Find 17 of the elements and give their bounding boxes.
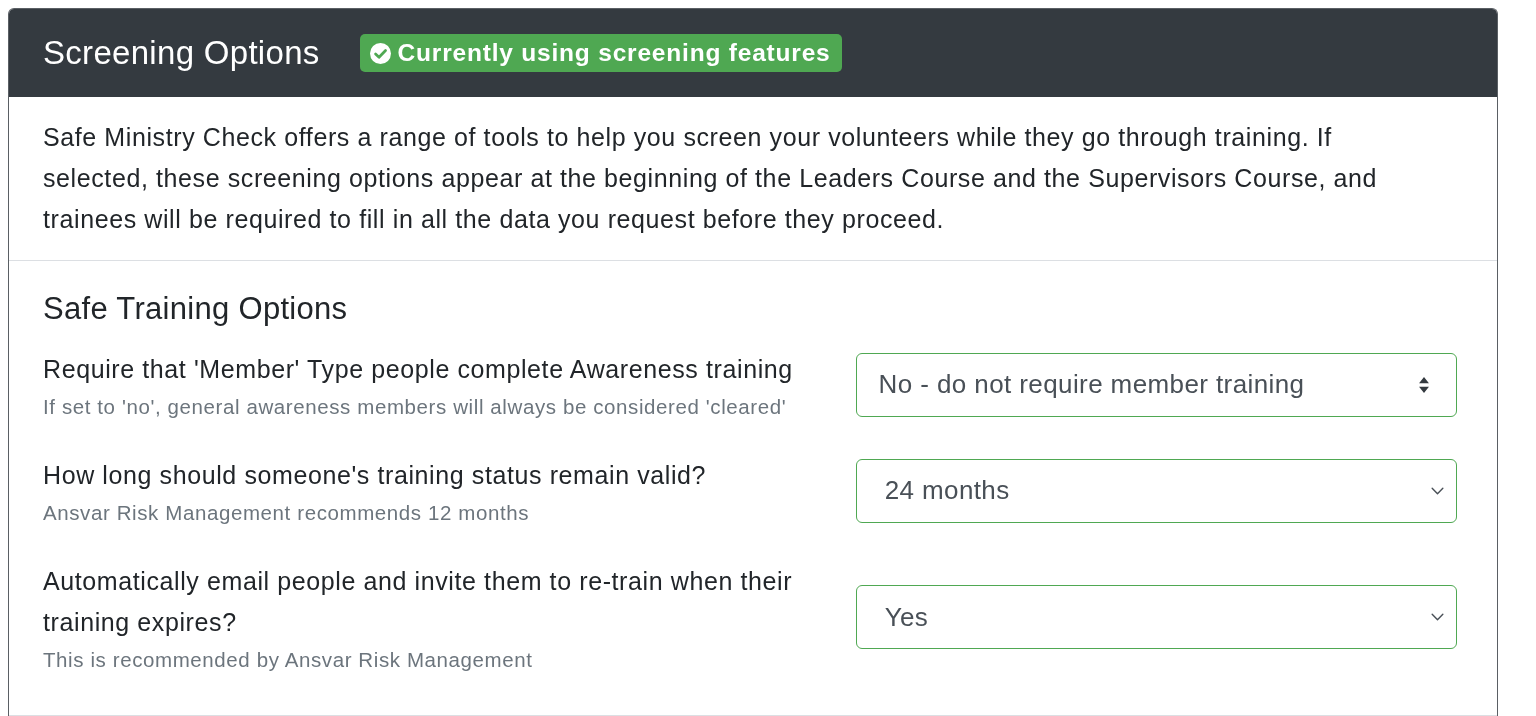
intro-text: Safe Ministry Check offers a range of tools to help you screen your volunteers while they go through training. If selected, these screening options appear at the beginning of the Leaders Course and the Supervisors Course, and trainees will be required to fill in all the data you request before they proceed.: [43, 122, 1379, 235]
help-text: This is recommended by Ansvar Risk Management: [43, 647, 534, 673]
card-title: Screening Options: [43, 34, 320, 72]
chevron-down-icon: [1431, 613, 1444, 621]
select-field[interactable]: Yes: [855, 585, 1457, 649]
setting-label: Automatically email people and invite them to re-train when their training expires?: [43, 566, 794, 638]
help-text: If set to 'no', general awareness members will always be considered 'cleared': [43, 394, 788, 420]
select-field[interactable]: No - do not require member training: [855, 352, 1457, 417]
sort-arrows-icon: [1418, 375, 1430, 394]
check-circle-icon: [369, 42, 391, 64]
help-text: Ansvar Risk Management recommends 12 months: [43, 500, 531, 526]
setting-label: How long should someone's training status remain valid?: [43, 460, 708, 491]
badge-text: Currently using screening features: [397, 39, 831, 67]
chevron-down-icon: [1431, 486, 1444, 495]
select-field[interactable]: 24 months: [855, 458, 1457, 523]
section-heading: Safe Training Options: [43, 291, 349, 327]
setting-label: Require that 'Member' Type people complete Awareness training: [43, 354, 794, 385]
